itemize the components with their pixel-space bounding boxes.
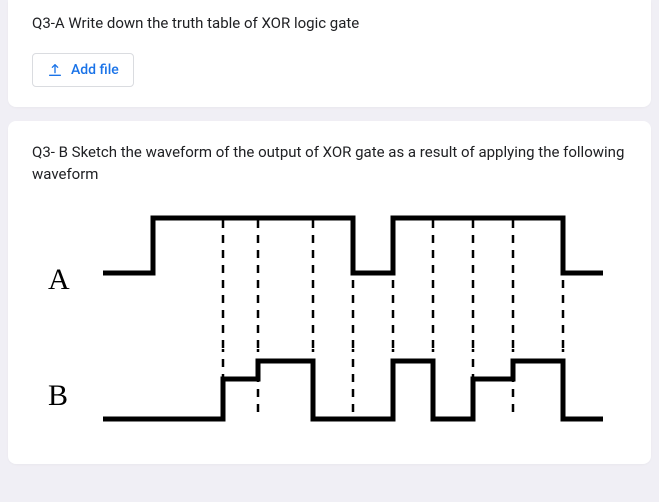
question-text-q3a: Q3-A Write down the truth table of XOR l… [32,12,627,35]
waveform-row-a: A [38,208,627,353]
waveform-path-a [103,218,603,273]
waveform-label-b: B [38,379,98,413]
add-file-label: Add file [71,62,119,78]
waveform-svg-a [98,208,608,353]
waveform-row-b: B [38,349,627,444]
add-file-button[interactable]: Add file [32,53,134,87]
question-card-q3a: Q3-A Write down the truth table of XOR l… [8,0,651,107]
question-text-q3b: Q3- B Sketch the waveform of the output … [32,141,627,186]
waveform-diagram: A B [32,204,627,444]
waveform-svg-b [98,349,608,444]
question-card-q3b: Q3- B Sketch the waveform of the output … [8,121,651,464]
waveform-label-a: A [38,263,98,297]
upload-icon [47,62,63,78]
